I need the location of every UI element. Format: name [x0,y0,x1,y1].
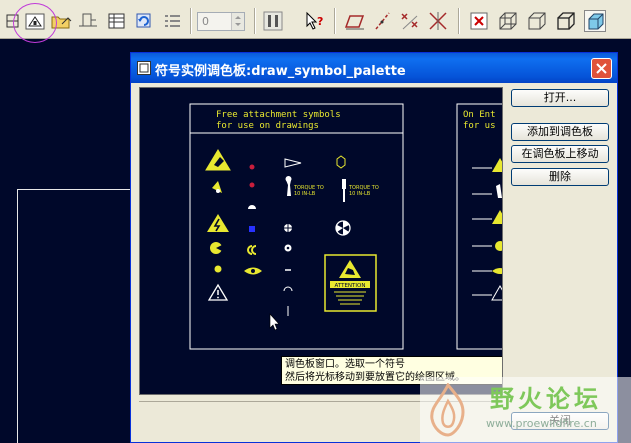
leader-eye-symbol[interactable] [472,268,502,274]
window-close-button[interactable] [591,58,612,79]
panel-heading-1: Free attachment symbols [216,110,341,120]
eye-symbol[interactable] [244,267,262,275]
parallelogram-icon[interactable] [344,10,366,32]
screwdriver-symbol[interactable] [342,179,346,202]
toolbar: 0 ? [0,0,631,43]
table-icon[interactable] [106,10,128,32]
arrow-tag-symbol[interactable] [284,158,302,168]
target-ball-symbol[interactable] [284,224,292,232]
panel-frame-2 [456,103,502,350]
watermark-url: www.proewildfire.cn [486,417,597,430]
toolbar-separator [190,8,192,34]
open-button[interactable]: 打开... [511,89,609,107]
leader-warning-symbol[interactable] [472,210,502,224]
pause-icon[interactable] [262,10,284,32]
cube-wire-icon[interactable] [497,10,519,32]
svg-text:?: ? [317,15,323,28]
laser-hazard-symbol[interactable] [212,181,222,193]
leader-circle-symbol[interactable] [472,241,502,251]
window-icon [137,61,151,75]
soccer-ball-symbol[interactable] [284,244,292,252]
regenerate-icon[interactable] [133,10,155,32]
cube-outline-icon[interactable] [555,10,577,32]
red-dot-symbol[interactable] [249,182,255,188]
cube-hidden-icon[interactable] [526,10,548,32]
toolbar-separator [254,8,256,34]
spin-input[interactable]: 0 [197,12,245,31]
electric-warning-symbol[interactable] [207,214,229,232]
align-icon[interactable] [77,10,99,32]
torque-label-2b: 10 IN-LB [349,191,371,197]
list-icon[interactable] [162,10,184,32]
spin-value: 0 [202,15,209,28]
leader-caution-symbol[interactable] [472,284,502,301]
panel2-heading-1: On Ent [463,110,496,120]
add-to-palette-button[interactable]: 添加到调色板 [511,123,609,141]
spin-arrows[interactable] [231,13,244,30]
hexagon-symbol[interactable] [336,155,346,169]
delete-button[interactable]: 删除 [511,168,609,186]
half-dome-symbol[interactable] [248,205,256,209]
panel-heading-2: for use on drawings [216,121,319,131]
dialog-titlebar[interactable]: 符号实例调色板:draw_symbol_palette [131,53,617,83]
close-icon [596,63,607,74]
wrench-symbol[interactable] [285,176,292,196]
dashed-line-icon[interactable] [372,10,394,32]
attention-label: ATTENTION [335,283,366,289]
watermark-title: 野火论坛 [490,385,602,413]
tooltip-line-1: 调色板窗口。选取一个符号 [285,359,405,370]
panel2-heading-2: for us [463,121,496,131]
forum-logo-icon [430,383,465,437]
move-on-palette-button[interactable]: 在调色板上移动 [511,145,609,163]
small-circle-symbol[interactable] [214,265,222,273]
drawing-frame-line [17,189,131,190]
warning-hand-symbol[interactable] [205,149,231,171]
cube-shaded-icon[interactable] [584,10,606,32]
red-dot-symbol[interactable] [249,164,255,170]
help-pointer-icon[interactable]: ? [304,10,326,32]
toolbar-separator [334,8,336,34]
blue-square-symbol[interactable] [249,226,255,232]
radiation-gear-symbol[interactable] [335,220,351,236]
forum-watermark: 野火论坛 www.proewildfire.cn [420,377,631,443]
caution-triangle-symbol[interactable] [207,283,229,301]
leader-warning-symbol[interactable] [472,158,502,172]
dialog-title: 符号实例调色板:draw_symbol_palette [155,64,406,79]
highlight-circle [13,3,57,43]
pac-symbol[interactable] [210,242,224,254]
drawing-frame-line [17,189,18,443]
palette-canvas[interactable]: Free attachment symbols for use on drawi… [139,87,503,395]
double-arc-symbol[interactable] [247,245,257,255]
x-points-icon[interactable] [399,10,421,32]
close-box-icon[interactable] [468,10,490,32]
leader-tool-symbol[interactable] [472,184,502,198]
mouse-cursor-icon [269,313,280,331]
attention-sign-symbol[interactable]: ATTENTION [324,254,377,312]
toolbar-separator [458,8,460,34]
crossed-lines-icon[interactable] [427,10,449,32]
torque-label-1b: 10 IN-LB [294,191,316,197]
arc-symbol[interactable] [283,286,293,292]
